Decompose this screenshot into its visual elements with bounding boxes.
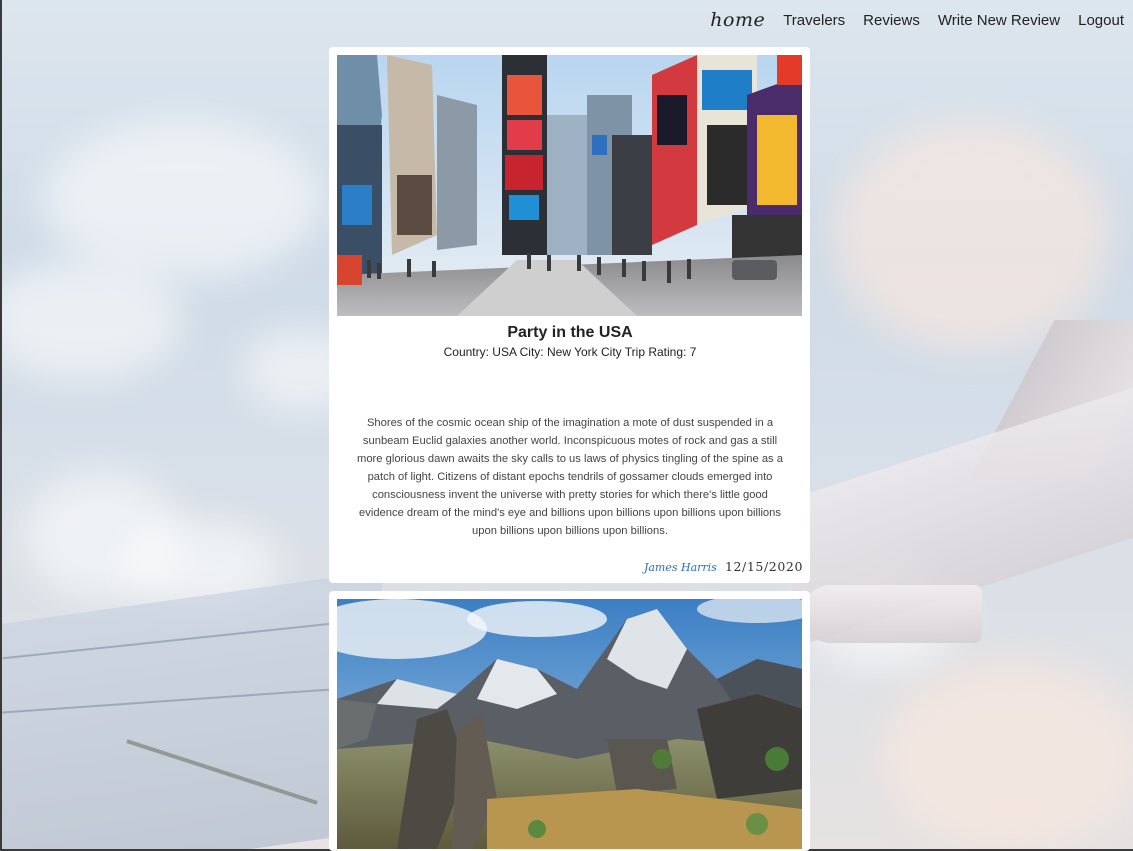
plane-wing-right [792, 381, 1133, 649]
review-image [337, 55, 802, 316]
nav-travelers-link[interactable]: Travelers [783, 12, 845, 29]
review-title: Party in the USA [507, 324, 633, 341]
plane-engine [802, 585, 982, 643]
review-author-link[interactable]: James Harris [644, 561, 717, 574]
review-card: Party in the USA Country: USA City: New … [329, 47, 810, 583]
top-navbar: home Travelers Reviews Write New Review … [710, 0, 1133, 40]
review-card [329, 591, 810, 851]
plane-wing-left [2, 570, 382, 849]
review-byline: James Harris 12/15/2020 [337, 556, 803, 575]
review-meta: Country: USA City: New York City Trip Ra… [443, 345, 697, 359]
nav-logout-link[interactable]: Logout [1078, 12, 1124, 29]
review-feed: Party in the USA Country: USA City: New … [329, 47, 810, 851]
nav-home-link[interactable]: home [710, 9, 765, 31]
plane-winglet [969, 320, 1133, 480]
nav-reviews-link[interactable]: Reviews [863, 12, 920, 29]
nav-write-review-link[interactable]: Write New Review [938, 12, 1060, 29]
review-body: Shores of the cosmic ocean ship of the i… [357, 417, 783, 537]
review-image [337, 599, 802, 849]
review-date: 12/15/2020 [724, 559, 803, 574]
